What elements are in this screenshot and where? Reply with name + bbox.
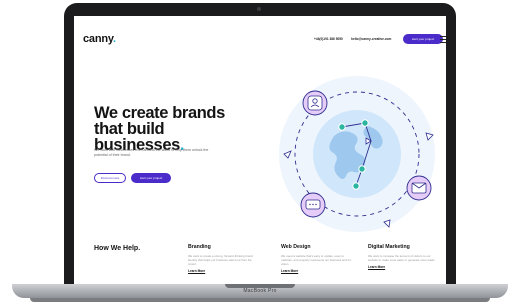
route-point-4: [352, 182, 360, 190]
services-heading: How We Help.: [94, 245, 141, 252]
hero-start-project-button[interactable]: start your project: [131, 173, 171, 183]
logo-text: canny: [83, 33, 113, 45]
service-digital-marketing: Digital Marketing We want to increase th…: [368, 244, 440, 269]
hero-title: We create brands that build businesses.: [94, 104, 225, 154]
learn-more-link[interactable]: Learn More: [281, 269, 353, 273]
device-model-label: MacBook Pro: [243, 288, 277, 294]
site-logo[interactable]: canny.: [83, 33, 116, 45]
browser-screen: canny. +44(0)191 386 5050 hello@canny-cr…: [74, 16, 446, 286]
service-branding: Branding We want to create a strong, for…: [188, 244, 260, 273]
service-title: Digital Marketing: [368, 244, 410, 250]
find-out-more-button[interactable]: Find out more: [94, 173, 126, 183]
service-desc: We need a website that's easy to update,…: [281, 254, 352, 266]
service-web-design: Web Design We need a website that's easy…: [281, 244, 353, 273]
learn-more-link[interactable]: Learn More: [368, 265, 440, 269]
camera-dot: [257, 7, 261, 11]
services-section: How We Help. Branding We want to create …: [74, 238, 446, 286]
service-title: Web Design: [281, 244, 311, 250]
laptop-frame: canny. +44(0)191 386 5050 hello@canny-cr…: [0, 0, 520, 307]
service-title: Branding: [188, 244, 211, 250]
route-point-1: [338, 123, 346, 131]
phone-link[interactable]: +44(0)191 386 5050: [314, 37, 343, 41]
hamburger-menu-icon[interactable]: [440, 36, 446, 43]
hero-subtitle: We work with businesses from around the …: [94, 148, 209, 158]
service-desc: We want to increase the amount of visito…: [368, 254, 436, 262]
laptop-foot: [30, 298, 490, 302]
learn-more-link[interactable]: Learn More: [188, 269, 260, 273]
logo-dot: .: [112, 33, 116, 45]
site-header: canny. +44(0)191 386 5050 hello@canny-cr…: [74, 16, 446, 62]
service-desc: We want to create a strong, forward-thin…: [188, 254, 253, 266]
globe-illustration: [279, 76, 435, 232]
start-project-button[interactable]: start your project: [403, 34, 443, 44]
email-link[interactable]: hello@canny-creative.com: [351, 37, 391, 41]
route-point-2: [361, 119, 369, 127]
route-point-3: [358, 165, 366, 173]
